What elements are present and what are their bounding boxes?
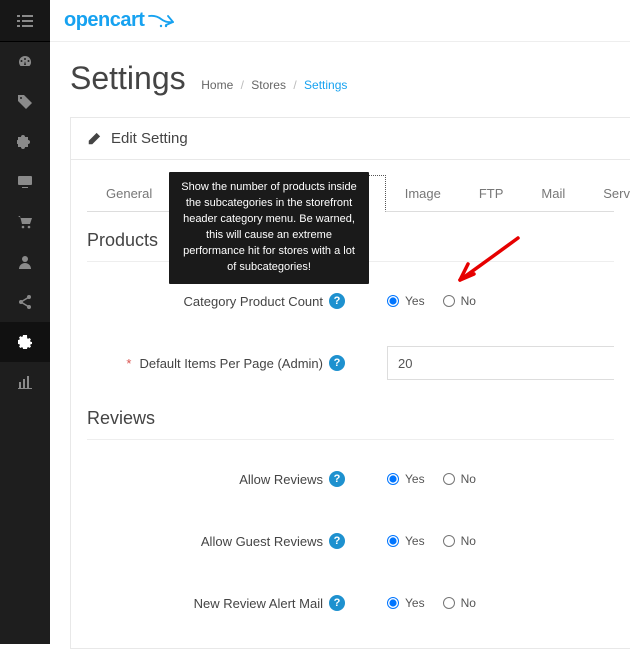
- help-icon[interactable]: ?: [329, 595, 345, 611]
- sidebar-item-reports[interactable]: [0, 362, 50, 402]
- radio-cpc-yes[interactable]: Yes: [387, 294, 425, 308]
- list-icon: [17, 13, 33, 29]
- required-marker: *: [126, 356, 131, 371]
- radio-ar-no[interactable]: No: [443, 472, 476, 486]
- cart-logo-icon: [148, 14, 174, 28]
- cart-icon: [17, 214, 33, 230]
- help-icon[interactable]: ?: [329, 293, 345, 309]
- sidebar-item-dashboard[interactable]: [0, 42, 50, 82]
- sidebar-item-system[interactable]: [0, 322, 50, 362]
- radio-ar-yes[interactable]: Yes: [387, 472, 425, 486]
- panel-title: Edit Setting: [111, 130, 188, 147]
- label-allow-reviews: Allow Reviews: [239, 472, 323, 487]
- radio-nra-no[interactable]: No: [443, 596, 476, 610]
- breadcrumb: Home / Stores / Settings: [201, 78, 347, 92]
- sidebar-item-customers[interactable]: [0, 242, 50, 282]
- logo[interactable]: opencart: [64, 9, 174, 32]
- row-default-items-admin: * Default Items Per Page (Admin) ?: [87, 346, 614, 380]
- sidebar-toggle[interactable]: [0, 0, 50, 42]
- row-allow-reviews: Allow Reviews ? Yes No: [87, 462, 614, 496]
- radio-agr-yes[interactable]: Yes: [387, 534, 425, 548]
- radio-nra-yes[interactable]: Yes: [387, 596, 425, 610]
- help-icon[interactable]: ?: [329, 471, 345, 487]
- tab-ftp[interactable]: FTP: [460, 175, 523, 212]
- page-header: Settings Home / Stores / Settings: [50, 42, 630, 117]
- radio-agr-no[interactable]: No: [443, 534, 476, 548]
- page-title: Settings: [70, 60, 186, 97]
- tab-image[interactable]: Image: [386, 175, 460, 212]
- row-category-product-count: Category Product Count ? Yes No: [87, 284, 614, 318]
- label-default-items-admin: Default Items Per Page (Admin): [139, 356, 323, 371]
- help-icon[interactable]: ?: [329, 355, 345, 371]
- monitor-icon: [17, 174, 33, 190]
- sidebar-item-marketing[interactable]: [0, 282, 50, 322]
- tab-mail[interactable]: Mail: [522, 175, 584, 212]
- tab-server[interactable]: Server: [584, 175, 630, 212]
- tag-icon: [17, 94, 33, 110]
- breadcrumb-home[interactable]: Home: [201, 78, 233, 92]
- row-allow-guest-reviews: Allow Guest Reviews ? Yes No: [87, 524, 614, 558]
- chart-icon: [17, 374, 33, 390]
- gear-icon: [17, 334, 33, 350]
- breadcrumb-current: Settings: [304, 78, 347, 92]
- pencil-icon: [87, 132, 101, 146]
- help-icon[interactable]: ?: [329, 533, 345, 549]
- logo-text: opencart: [64, 9, 144, 32]
- breadcrumb-stores[interactable]: Stores: [251, 78, 286, 92]
- panel-header: Edit Setting: [71, 118, 630, 160]
- sidebar-item-sales[interactable]: [0, 202, 50, 242]
- content: Settings Home / Stores / Settings Edit S…: [50, 42, 630, 649]
- dashboard-icon: [17, 54, 33, 70]
- label-new-review-alert: New Review Alert Mail: [194, 596, 323, 611]
- divider: [87, 439, 614, 440]
- share-icon: [17, 294, 33, 310]
- tab-general[interactable]: General: [87, 175, 171, 212]
- header: opencart: [50, 0, 630, 42]
- input-default-items-admin[interactable]: [387, 346, 614, 380]
- sidebar-item-catalog[interactable]: [0, 82, 50, 122]
- tooltip-category-product-count: Show the number of products inside the s…: [169, 172, 369, 284]
- puzzle-icon: [17, 134, 33, 150]
- sidebar-item-extensions[interactable]: [0, 122, 50, 162]
- radio-cpc-no[interactable]: No: [443, 294, 476, 308]
- sidebar-item-design[interactable]: [0, 162, 50, 202]
- row-new-review-alert: New Review Alert Mail ? Yes No: [87, 586, 614, 620]
- sidebar: [0, 0, 50, 644]
- section-reviews-title: Reviews: [87, 408, 614, 429]
- label-allow-guest-reviews: Allow Guest Reviews: [201, 534, 323, 549]
- label-category-product-count: Category Product Count: [184, 294, 323, 309]
- user-icon: [17, 254, 33, 270]
